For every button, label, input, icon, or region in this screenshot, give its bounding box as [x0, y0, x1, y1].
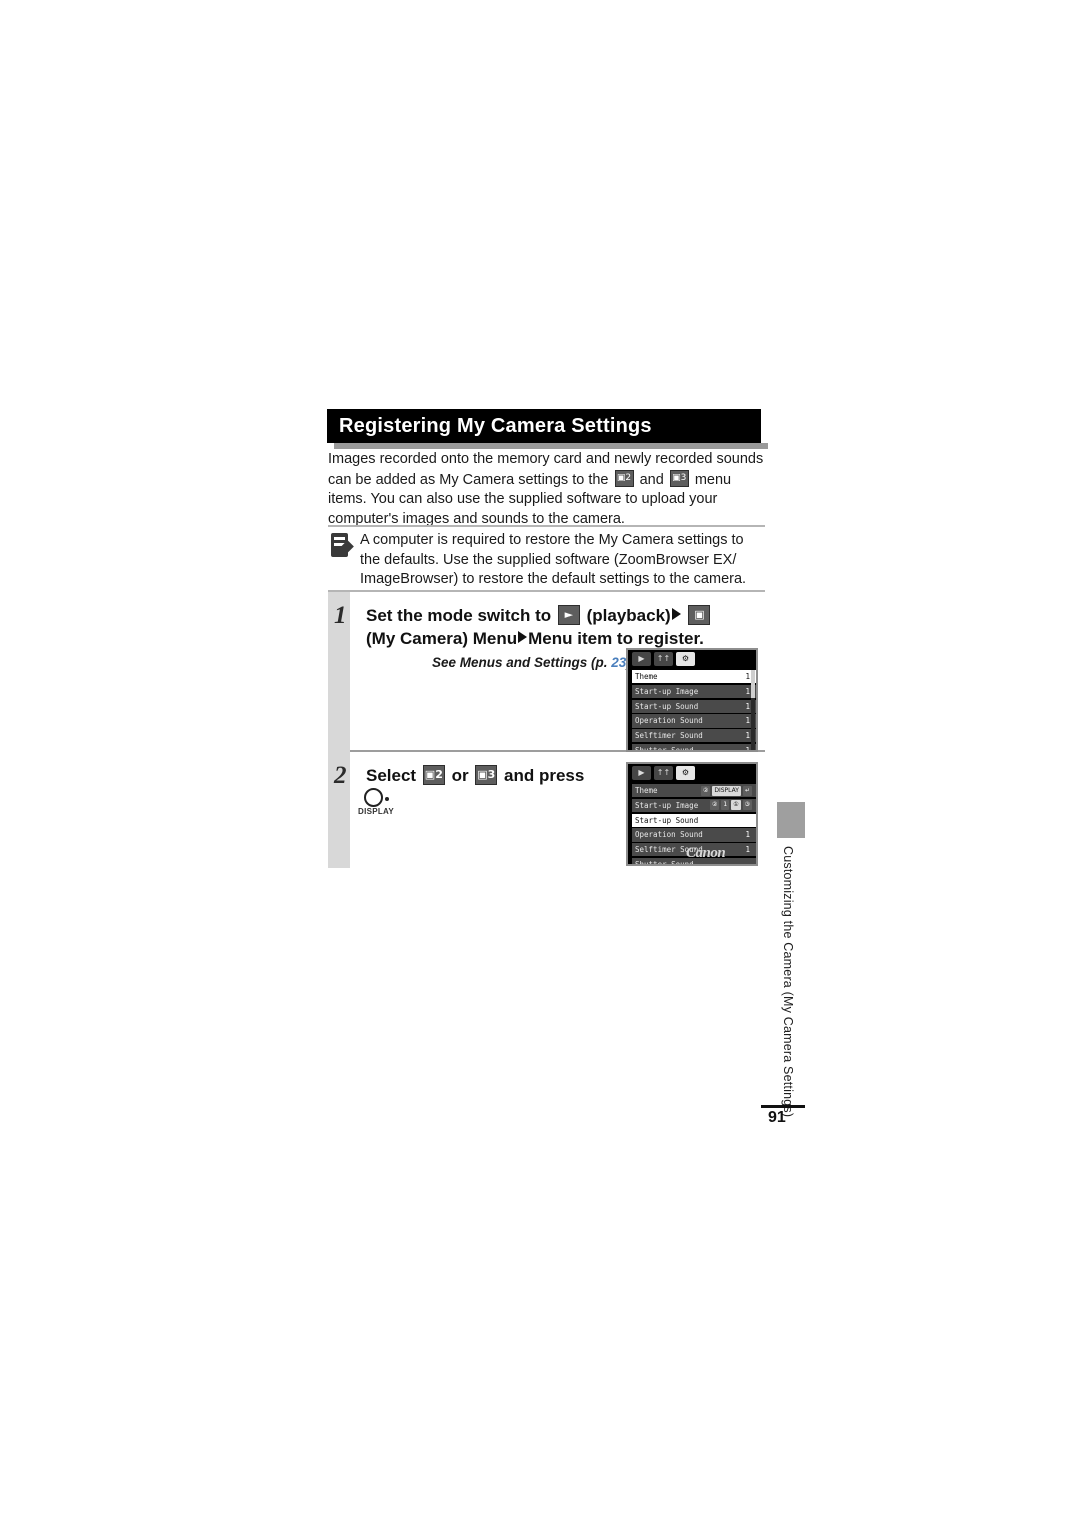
chapter-sidebar-label: Customizing the Camera (My Camera Settin… — [781, 846, 795, 1118]
page-number-rule — [761, 1105, 805, 1108]
arrow-right-icon-2 — [518, 631, 528, 643]
lcd-screenshot-2: ▶ ↑↑ ⚙ Theme ② DISPLAY ↵ Start-up Image … — [626, 762, 758, 866]
chapter-tab — [777, 802, 805, 838]
arrow-right-icon-1 — [671, 608, 681, 620]
lcd1-scrollbar — [751, 670, 755, 750]
lcd2-row-selftimer-sound-value: 1 — [745, 845, 750, 855]
lcd-screenshot-1: ▶ ↑↑ ⚙ Theme 1 Start-up Image 1 Start-up… — [626, 648, 758, 752]
lcd2-row-theme-label: Theme — [635, 786, 658, 796]
lcd2-row-operation-sound-label: Operation Sound — [635, 830, 703, 840]
lcd1-row-theme: Theme 1 — [632, 670, 756, 684]
lcd2-startup-badge-2: 1 — [721, 800, 730, 811]
lcd1-row-startup-sound-value: 1 — [745, 701, 750, 711]
lcd1-row-shutter-sound: Shutter Sound 1 — [632, 743, 756, 752]
lcd1-tabs: ▶ ↑↑ ⚙ — [628, 650, 756, 668]
page-title-bar: Registering My Camera Settings — [327, 409, 761, 443]
intro-and: and — [639, 471, 664, 488]
step-2-number: 2 — [334, 762, 347, 789]
step-1-number: 1 — [334, 602, 347, 629]
lcd2-theme-badge-1: ② — [700, 785, 711, 796]
lcd1-row-startup-image-label: Start-up Image — [635, 686, 699, 696]
lcd1-row-selftimer-sound-value: 1 — [745, 731, 750, 741]
lcd2-row-startup-sound-label: Start-up Sound — [635, 815, 699, 825]
note-line-1: A computer is required to restore the My… — [360, 532, 744, 548]
lcd2-tab-my-camera: ⚙ — [676, 766, 695, 780]
lcd1-row-startup-sound-label: Start-up Sound — [635, 701, 699, 711]
lcd1-row-selftimer-sound-label: Selftimer Sound — [635, 731, 703, 741]
note-pencil-icon — [331, 533, 354, 557]
lcd1-row-shutter-sound-value: 1 — [745, 746, 750, 752]
lcd1-tab-playback: ▶ — [632, 652, 651, 666]
lcd1-row-operation-sound-label: Operation Sound — [635, 716, 703, 726]
page-title: Registering My Camera Settings — [339, 415, 652, 437]
step-2-heading-text-a: Select — [366, 766, 417, 785]
lcd2-row-shutter-sound-label: Shutter Sound — [635, 860, 694, 866]
note-line-3: ImageBrowser) to restore the default set… — [360, 571, 747, 587]
intro-line-1: Images recorded onto the memory card and… — [328, 451, 764, 467]
intro-paragraph: Images recorded onto the memory card and… — [328, 450, 765, 529]
lcd2-row-theme: Theme ② DISPLAY ↵ — [632, 784, 756, 798]
lcd2-row-startup-sound: Start-up Sound — [632, 813, 756, 827]
step-1-heading-line-2: (My Camera) Menu Menu item to register. — [366, 629, 704, 649]
lcd2-theme-badge-3: ↵ — [742, 785, 752, 796]
step-2-heading-or: or — [451, 766, 469, 785]
step-1-heading-text-d: Menu item to register. — [528, 629, 704, 648]
lcd1-tab-setup: ↑↑ — [654, 652, 673, 666]
lcd1-row-shutter-sound-label: Shutter Sound — [635, 746, 694, 752]
page-number: 91 — [768, 1109, 786, 1126]
note-text: A computer is required to restore the My… — [360, 531, 765, 590]
lcd2-startup-badge-4: ③ — [742, 800, 752, 811]
lcd2-tab-setup: ↑↑ — [654, 766, 673, 780]
intro-line-2: can be added as My Camera settings to th… — [328, 469, 765, 491]
see-ref-page[interactable]: 23 — [611, 655, 626, 670]
lcd2-brand-logo: Canon — [686, 845, 726, 861]
lcd1-row-startup-image-value: 1 — [745, 686, 750, 696]
lcd2-startup-badges: ② 1 ① ③ — [710, 799, 752, 812]
lcd2-row-startup-image: Start-up Image ② 1 ① ③ — [632, 798, 756, 812]
lcd2-tabs: ▶ ↑↑ ⚙ — [628, 764, 756, 782]
my-camera-2-icon-step2: ▣2 — [422, 765, 445, 785]
my-camera-3-icon-step2: ▣3 — [475, 765, 498, 785]
manual-page: Registering My Camera Settings Images re… — [0, 0, 1080, 1528]
step-1-heading-line-1: Set the mode switch to ► (playback) ▣ — [366, 605, 712, 626]
playback-icon: ► — [557, 605, 580, 625]
step-2-heading-text-b: and press — [504, 766, 585, 785]
see-ref-text: See Menus and Settings (p. — [432, 655, 608, 670]
note-top-rule — [328, 525, 765, 527]
intro-line-2-text: can be added as My Camera settings to th… — [328, 471, 609, 488]
see-menus-reference: See Menus and Settings (p. 23). — [432, 655, 635, 670]
lcd1-tab-my-camera: ⚙ — [676, 652, 695, 666]
step-1-heading-text-b: (playback) — [586, 606, 671, 625]
display-button-label: DISPLAY — [358, 807, 395, 816]
lcd2-theme-badges: ② DISPLAY ↵ — [700, 784, 752, 797]
lcd2-row-operation-sound-value: 1 — [745, 830, 750, 840]
lcd2-startup-badge-3: ① — [731, 800, 741, 811]
lcd1-row-operation-sound: Operation Sound 1 — [632, 714, 756, 728]
intro-menu-word: menu — [694, 471, 732, 488]
lcd2-row-operation-sound: Operation Sound 1 — [632, 828, 756, 842]
my-camera-2-icon: ▣2 — [614, 469, 634, 487]
lcd2-tab-playback: ▶ — [632, 766, 651, 780]
title-shadow — [334, 443, 768, 449]
lcd1-row-startup-sound: Start-up Sound 1 — [632, 699, 756, 713]
lcd1-row-operation-sound-value: 1 — [745, 716, 750, 726]
display-button-icon: DISPLAY — [358, 788, 400, 822]
intro-line-3: items. You can also use the supplied sof… — [328, 491, 718, 507]
lcd1-row-theme-value: 1 — [745, 672, 750, 682]
note-line-2: the defaults. Use the supplied software … — [360, 551, 737, 568]
lcd1-row-theme-label: Theme — [635, 672, 658, 682]
my-camera-3-icon: ▣3 — [669, 469, 689, 487]
lcd1-rows: Theme 1 Start-up Image 1 Start-up Sound … — [632, 670, 756, 752]
my-camera-menu-icon: ▣ — [688, 605, 711, 625]
steps-sidebar — [328, 592, 350, 868]
lcd2-startup-badge-1: ② — [710, 800, 720, 811]
step-1-heading-text-a: Set the mode switch to — [366, 606, 552, 625]
lcd1-row-startup-image: Start-up Image 1 — [632, 684, 756, 698]
lcd2-theme-badge-2: DISPLAY — [712, 785, 741, 796]
step-2-heading: Select ▣2 or ▣3 and press — [366, 765, 584, 786]
lcd2-row-startup-image-label: Start-up Image — [635, 800, 699, 810]
step-1-heading-text-c: (My Camera) Menu — [366, 629, 518, 648]
lcd1-row-selftimer-sound: Selftimer Sound 1 — [632, 729, 756, 743]
